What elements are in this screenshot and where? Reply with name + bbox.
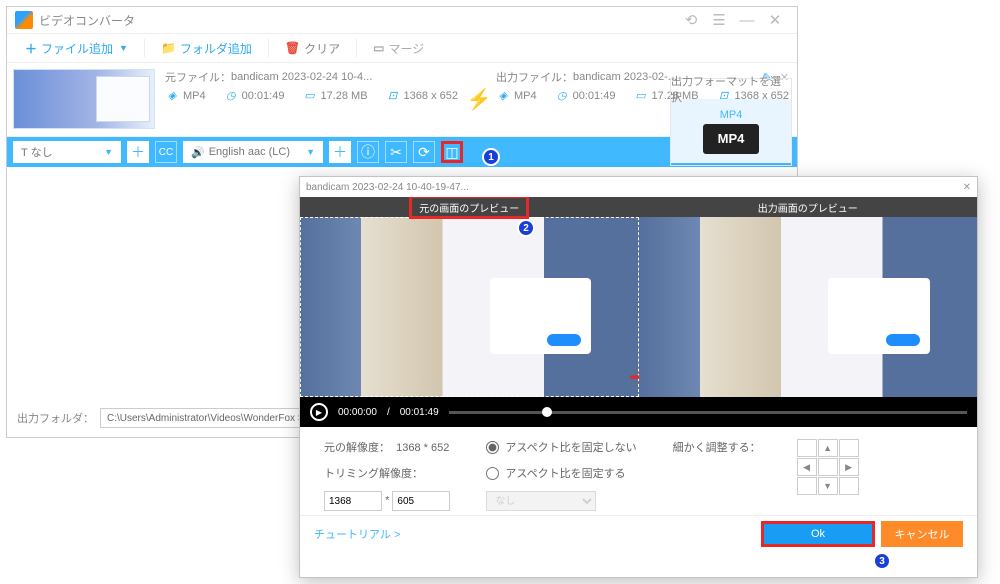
minimize-button[interactable]: — [733,12,761,29]
clear-button[interactable]: 🗑クリア [275,34,350,62]
size-icon: ▭ [302,89,316,102]
format-icon: ◈ [165,89,179,102]
output-format-panel: 出力フォーマットを選択 MP4 MP4 [670,78,792,166]
seek-track[interactable] [449,411,967,414]
merge-button[interactable]: ▭マージ [363,34,434,62]
source-file-name: bandicam 2023-02-24 10-4... [231,71,462,83]
add-audio-button[interactable]: ＋ [329,141,351,163]
clock-icon: ◷ [555,89,569,102]
video-thumbnail[interactable] [13,69,155,129]
orig-res-label: 元の解像度： [324,442,390,454]
unknown-icon-2[interactable]: ☰ [705,11,733,29]
time-total: 00:01:49 [400,407,439,418]
preview-timeline: ▶ 00:00:00 / 00:01:49 [300,397,977,427]
aspect-free-radio[interactable]: アスペクト比を固定しない [486,439,636,455]
rotate-button[interactable]: ⟳ [413,141,435,163]
crop-button[interactable]: ◫ [441,141,463,163]
output-preview-label: 出力画面のプレビュー [639,197,978,217]
output-format-title: 出力フォーマットを選択 [671,79,791,99]
size-icon: ▭ [633,89,647,102]
output-format-card[interactable]: MP4 MP4 [671,99,791,163]
subtitle-dropdown[interactable]: T なし▼ [13,141,121,163]
trash-icon: 🗑 [285,41,300,55]
nudge-pad: ▲ ◀ ▶ ▼ [797,439,859,495]
main-toolbar: ＋ファイル追加▼ 📁フォルダ追加 🗑クリア ▭マージ [7,33,797,63]
caret-down-icon: ▼ [104,147,113,157]
time-current: 00:00:00 [338,407,377,418]
cancel-button[interactable]: キャンセル [881,521,963,547]
crop-dialog-title: bandicam 2023-02-24 10-40-19-47... [306,182,469,193]
aspect-ratio-select: なし [486,491,596,511]
titlebar: ビデオコンバータ ⟲ ☰ — ✕ [7,7,797,33]
callout-2: 2 [517,219,535,237]
fine-adjust-label: 細かく調整する： [673,439,761,455]
unknown-icon-1[interactable]: ⟲ [677,11,705,29]
audio-dropdown[interactable]: 🔊English aac (LC)▼ [183,141,323,163]
trim-width-input[interactable] [324,491,382,511]
sound-icon: 🔊 [191,146,205,159]
output-file-label: 出力ファイル： [496,69,573,85]
original-preview-pane: 元の画面のプレビュー [300,197,639,397]
plus-icon: ＋ [25,40,37,57]
tutorial-link[interactable]: チュートリアル > [314,526,400,542]
close-icon[interactable]: ✕ [963,182,971,193]
output-folder-label: 出力フォルダ： [17,410,94,426]
callout-1: 1 [482,148,500,166]
play-button[interactable]: ▶ [310,403,328,421]
nudge-down[interactable]: ▼ [818,477,838,495]
original-preview-label: 元の画面のプレビュー [411,197,527,217]
app-title: ビデオコンバータ [39,12,677,29]
ok-button[interactable]: Ok [761,521,875,547]
trim-res-label: トリミング解像度： [324,465,450,481]
crop-dialog-footer: チュートリアル > Ok キャンセル [300,515,977,551]
cc-button[interactable]: CC [155,141,177,163]
info-button[interactable]: ⓘ [357,141,379,163]
clock-icon: ◷ [224,89,238,102]
format-icon: ◈ [496,89,510,102]
crop-dialog: bandicam 2023-02-24 10-40-19-47... ✕ 元の画… [299,176,978,578]
close-button[interactable]: ✕ [761,11,789,29]
crop-dialog-titlebar: bandicam 2023-02-24 10-40-19-47... ✕ [300,177,977,197]
add-folder-button[interactable]: 📁フォルダ追加 [151,34,262,62]
add-subtitle-button[interactable]: ＋ [127,141,149,163]
add-file-button[interactable]: ＋ファイル追加▼ [15,34,138,62]
folder-icon: 📁 [161,41,176,55]
nudge-up[interactable]: ▲ [818,439,838,457]
orig-res-value: 1368 * 652 [396,442,449,454]
trim-height-input[interactable] [392,491,450,511]
caret-down-icon: ▼ [119,43,128,53]
caret-down-icon: ▼ [306,147,315,157]
nudge-left[interactable]: ◀ [797,458,817,476]
original-preview-image[interactable] [300,217,639,397]
mp4-badge: MP4 [703,124,759,154]
nudge-right[interactable]: ▶ [839,458,859,476]
resolution-icon: ⊡ [386,89,400,102]
cut-button[interactable]: ✂ [385,141,407,163]
output-preview-image [639,217,978,397]
merge-icon: ▭ [373,41,384,55]
app-logo [15,11,33,29]
lightning-icon: ⚡ [466,63,492,112]
output-preview-pane: 出力画面のプレビュー [639,197,978,397]
crop-settings: 元の解像度： 1368 * 652 トリミング解像度： * アスペクト比を固定し… [300,427,977,515]
source-file-label: 元ファイル： [165,69,231,85]
callout-3: 3 [873,552,891,570]
aspect-lock-radio[interactable]: アスペクト比を固定する [486,465,636,481]
